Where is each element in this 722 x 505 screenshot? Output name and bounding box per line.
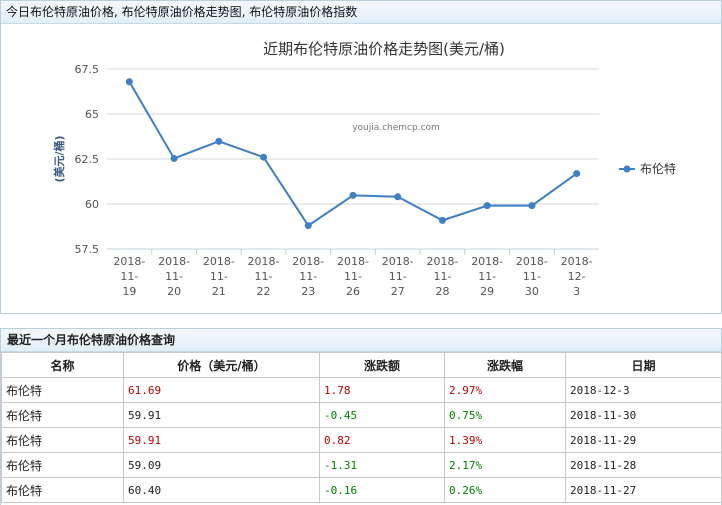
data-point (260, 153, 268, 161)
x-tick-label: 2018-11-21 (203, 255, 235, 298)
data-point (170, 154, 178, 162)
table-header-row: 名称 价格（美元/桶） 涨跌额 涨跌幅 日期 (1, 352, 722, 378)
header-date: 日期 (565, 352, 722, 378)
table-row: 布伦特 59.09 -1.31 2.17% 2018-11-28 (1, 452, 722, 478)
cell-name: 布伦特 (1, 452, 124, 478)
x-tick-label: 2018-11-22 (248, 255, 280, 298)
price-table: 名称 价格（美元/桶） 涨跌额 涨跌幅 日期 布伦特 61.69 1.78 2.97%… (1, 352, 722, 503)
x-tick-label: 2018-11-28 (426, 255, 458, 298)
x-tick-label: 2018-11-20 (158, 255, 190, 298)
table-row: 布伦特 59.91 0.82 1.39% 2018-11-29 (1, 427, 722, 453)
cell-date: 2018-11-28 (565, 452, 722, 478)
table-row: 布伦特 60.40 -0.16 0.26% 2018-11-27 (1, 477, 722, 503)
cell-change: -1.31 (319, 452, 445, 478)
y-axis-label: (美元/桶) (52, 135, 66, 182)
price-chart: 近期布伦特原油价格走势图(美元/桶) youjia.chemcp.com 57.5 6… (52, 40, 676, 298)
cell-name: 布伦特 (1, 427, 124, 453)
x-tick-label: 2018-11-29 (471, 255, 503, 298)
y-tick-label: 65 (85, 108, 99, 121)
header-change: 涨跌额 (319, 352, 445, 378)
x-tick-label: 2018-11-19 (113, 255, 145, 298)
data-point (573, 170, 581, 178)
y-tick-label: 57.5 (75, 243, 100, 256)
cell-change: -0.45 (319, 402, 445, 428)
header-name: 名称 (1, 352, 124, 378)
cell-price: 61.69 (123, 377, 320, 403)
x-tick-label: 2018-11-26 (337, 255, 369, 298)
y-tick-label: 60 (85, 198, 99, 211)
legend-label: 布伦特 (640, 161, 676, 176)
data-point (125, 78, 133, 86)
cell-price: 59.91 (123, 402, 320, 428)
cell-price: 60.40 (123, 477, 320, 503)
legend-marker (623, 165, 631, 173)
y-tick-label: 67.5 (75, 63, 100, 76)
cell-name: 布伦特 (1, 402, 124, 428)
header-pct: 涨跌幅 (444, 352, 566, 378)
cell-pct: 0.26% (444, 477, 566, 503)
data-point (483, 202, 491, 210)
header-price: 价格（美元/桶） (123, 352, 320, 378)
x-tick-label: 2018-12-3 (561, 255, 593, 298)
data-point (394, 193, 402, 201)
watermark-text: youjia.chemcp.com (352, 123, 440, 133)
table-row: 布伦特 59.91 -0.45 0.75% 2018-11-30 (1, 402, 722, 428)
table-row: 布伦特 61.69 1.78 2.97% 2018-12-3 (1, 377, 722, 403)
cell-pct: 2.97% (444, 377, 566, 403)
x-tick-label: 2018-11-23 (292, 255, 324, 298)
cell-price: 59.91 (123, 427, 320, 453)
cell-pct: 1.39% (444, 427, 566, 453)
cell-change: 0.82 (319, 427, 445, 453)
cell-date: 2018-11-27 (565, 477, 722, 503)
table-panel: 最近一个月布伦特原油价格查询 名称 价格（美元/桶） 涨跌额 涨跌幅 日期 布伦… (0, 328, 722, 505)
data-point (304, 222, 312, 230)
data-point (349, 191, 357, 199)
cell-change: -0.16 (319, 477, 445, 503)
table-title: 最近一个月布伦特原油价格查询 (1, 329, 721, 352)
cell-name: 布伦特 (1, 377, 124, 403)
chart-panel: 今日布伦特原油价格, 布伦特原油价格走势图, 布伦特原油价格指数 近期布伦特原油… (0, 0, 722, 314)
cell-pct: 0.75% (444, 402, 566, 428)
cell-change: 1.78 (319, 377, 445, 403)
page-title: 今日布伦特原油价格, 布伦特原油价格走势图, 布伦特原油价格指数 (1, 1, 721, 24)
cell-date: 2018-11-29 (565, 427, 722, 453)
x-tick-label: 2018-11-30 (516, 255, 548, 298)
cell-date: 2018-11-30 (565, 402, 722, 428)
x-tick-label: 2018-11-27 (382, 255, 414, 298)
chart-title: 近期布伦特原油价格走势图(美元/桶) (263, 40, 505, 58)
data-point (438, 216, 446, 224)
cell-date: 2018-12-3 (565, 377, 722, 403)
y-tick-label: 62.5 (75, 153, 100, 166)
cell-name: 布伦特 (1, 477, 124, 503)
data-point (215, 137, 223, 145)
cell-pct: 2.17% (444, 452, 566, 478)
data-point (528, 202, 536, 210)
cell-price: 59.09 (123, 452, 320, 478)
